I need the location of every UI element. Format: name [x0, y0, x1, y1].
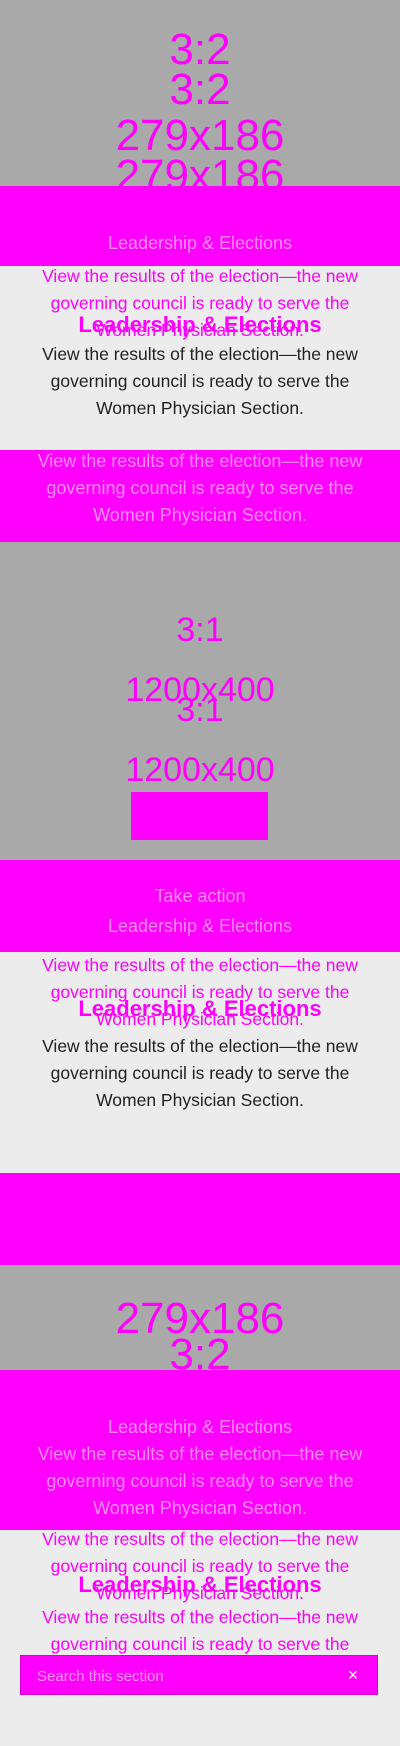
card-1-overlay-title: Leadership & Elections	[107, 233, 293, 253]
card-2-ratio-label-dup: 3:1	[176, 691, 224, 729]
card-2-footer-panel	[0, 1173, 400, 1265]
section-search-input[interactable]	[35, 1662, 339, 1690]
card-2-title[interactable]: Leadership & Elections	[0, 996, 400, 1022]
section-search-bar: ×	[20, 1655, 378, 1695]
close-icon[interactable]: ×	[343, 1665, 363, 1685]
card-2-overlay-title: Leadership & Elections	[107, 916, 293, 936]
card-2-play-button[interactable]	[131, 792, 268, 840]
card-1-title[interactable]: Leadership & Elections	[0, 312, 400, 338]
card-3-title[interactable]: Leadership & Elections	[0, 1572, 400, 1598]
card-2-ratio-label: 3:1	[176, 611, 224, 649]
card-1-footer-text: View the results of the election—the new…	[37, 451, 363, 525]
card-2-size-label-dup: 1200x400	[125, 751, 275, 789]
card-3-overlay-title: Leadership & Elections	[107, 1417, 293, 1437]
card-2-eyebrow: Take action	[154, 886, 246, 906]
card-2-description-dup: View the results of the election—the new…	[42, 1036, 358, 1110]
card-1-description-dup: View the results of the election—the new…	[42, 344, 358, 418]
card-3-overlay-description: View the results of the election—the new…	[37, 1444, 363, 1518]
card-1-ratio-label-dup: 3:2	[169, 65, 231, 114]
